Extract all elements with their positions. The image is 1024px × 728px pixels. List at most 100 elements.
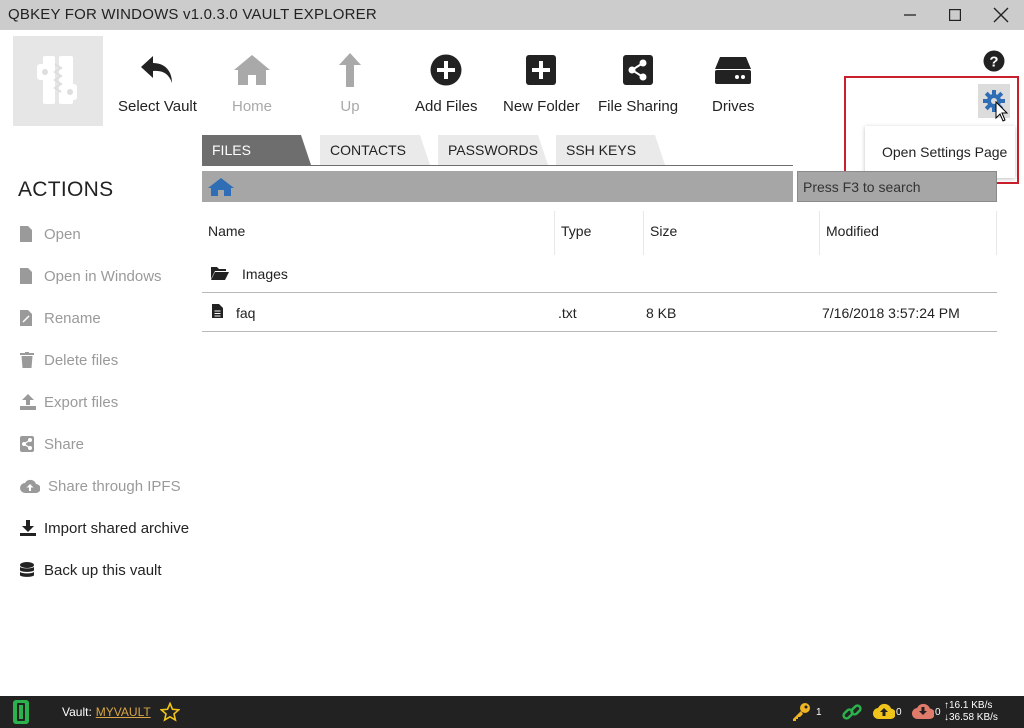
title-bar[interactable]: QBKEY FOR WINDOWS v1.0.3.0 VAULT EXPLORE…: [0, 0, 1024, 30]
action-export-files[interactable]: Export files: [20, 390, 118, 414]
action-open-in-windows[interactable]: Open in Windows: [20, 264, 162, 288]
action-delete-files[interactable]: Delete files: [20, 348, 118, 372]
actions-heading: ACTIONS: [18, 178, 114, 201]
new-folder-button[interactable]: New Folder: [503, 48, 580, 118]
file-name: faq: [236, 305, 256, 321]
cloud-download-icon: [911, 703, 935, 720]
download-rate: ↓36.58 KB/s: [944, 712, 998, 723]
arrow-up-icon: [339, 53, 361, 87]
column-separator[interactable]: [554, 211, 555, 255]
file-type: .txt: [558, 305, 577, 321]
key-icon: [793, 703, 810, 721]
action-share-through-ipfs[interactable]: Share through IPFS: [20, 474, 181, 498]
download-rate-value: 36.58 KB/s: [949, 712, 998, 723]
uploads-indicator[interactable]: [872, 702, 896, 725]
mouse-cursor-icon: [995, 100, 1009, 128]
connection-indicator[interactable]: [842, 702, 862, 727]
add-files-button[interactable]: Add Files: [415, 48, 478, 118]
column-header-type[interactable]: Type: [561, 223, 591, 239]
up-label: Up: [340, 98, 360, 115]
select-vault-button[interactable]: Select Vault: [118, 48, 197, 118]
file-modified: 7/16/2018 3:57:24 PM: [822, 305, 960, 321]
maximize-button[interactable]: [932, 0, 978, 30]
action-import-shared-archive[interactable]: Import shared archive: [20, 516, 189, 540]
column-header-modified[interactable]: Modified: [826, 223, 879, 239]
action-import-shared-archive-label: Import shared archive: [44, 519, 190, 537]
home-icon: [234, 55, 270, 85]
column-separator[interactable]: [819, 211, 820, 255]
favorite-star-button[interactable]: [159, 701, 181, 727]
file-name: Images: [242, 266, 288, 282]
downloads-count: 0: [935, 707, 941, 718]
upload-icon: [20, 394, 40, 410]
action-share-label: Share: [44, 435, 85, 453]
cloud-upload-icon: [872, 703, 896, 720]
app-logo: [13, 36, 103, 126]
column-separator[interactable]: [996, 211, 997, 255]
table-row[interactable]: Images: [202, 255, 997, 292]
action-share[interactable]: Share: [20, 432, 84, 456]
action-rename[interactable]: Rename: [20, 306, 101, 330]
window-title: QBKEY FOR WINDOWS v1.0.3.0 VAULT EXPLORE…: [8, 6, 377, 23]
action-back-up-vault-label: Back up this vault: [44, 561, 162, 579]
action-back-up-vault[interactable]: Back up this vault: [20, 558, 162, 582]
help-button[interactable]: ?: [983, 50, 1005, 72]
table-row[interactable]: faq .txt 8 KB 7/16/2018 3:57:24 PM: [202, 293, 997, 331]
minimize-icon: [904, 14, 916, 16]
action-delete-files-label: Delete files: [44, 351, 119, 369]
downloads-indicator[interactable]: [911, 702, 935, 725]
upload-rate: ↑16.1 KB/s: [944, 700, 992, 711]
column-separator[interactable]: [643, 211, 644, 255]
minimize-button[interactable]: [887, 0, 933, 30]
open-settings-page-item[interactable]: Open Settings Page: [882, 144, 1007, 160]
tab-passwords[interactable]: PASSWORDS: [438, 135, 548, 165]
new-folder-label: New Folder: [503, 98, 580, 115]
select-vault-label: Select Vault: [118, 98, 197, 115]
keys-indicator[interactable]: [791, 702, 811, 727]
tab-ssh-keys[interactable]: SSH KEYS: [556, 135, 665, 165]
row-divider: [202, 331, 997, 332]
maximize-icon: [949, 9, 961, 21]
tab-contacts[interactable]: CONTACTS: [320, 135, 430, 165]
plus-circle-icon: [430, 54, 462, 86]
drives-label: Drives: [712, 98, 755, 115]
uploads-count: 0: [896, 707, 902, 718]
column-header-name[interactable]: Name: [208, 223, 245, 239]
file-size: 8 KB: [646, 305, 677, 321]
breadcrumb: [202, 171, 793, 202]
download-icon: [20, 520, 40, 536]
action-open[interactable]: Open: [20, 222, 81, 246]
up-button[interactable]: Up: [338, 48, 362, 118]
qbkey-logo-icon: [37, 56, 77, 104]
tab-files[interactable]: FILES: [202, 135, 311, 165]
file-icon: [20, 226, 40, 242]
keys-count: 1: [816, 707, 822, 718]
file-edit-icon: [20, 310, 40, 326]
vault-indicator: Vault: MYVAULT: [62, 705, 151, 719]
upload-rate-value: 16.1 KB/s: [949, 700, 993, 711]
home-label: Home: [232, 98, 273, 115]
share-icon: [20, 436, 40, 452]
search-input[interactable]: [797, 171, 997, 202]
file-icon: [20, 268, 40, 284]
vault-name-link[interactable]: MYVAULT: [96, 705, 151, 719]
breadcrumb-home-button[interactable]: [207, 177, 235, 202]
close-button[interactable]: [978, 0, 1024, 30]
column-header-size[interactable]: Size: [650, 223, 677, 239]
drives-button[interactable]: Drives: [712, 48, 755, 118]
action-rename-label: Rename: [44, 309, 101, 327]
file-sharing-label: File Sharing: [598, 98, 679, 115]
home-button[interactable]: Home: [232, 48, 272, 118]
hard-drive-icon: [715, 57, 752, 84]
question-circle-icon: ?: [983, 50, 1005, 72]
plus-square-icon: [526, 55, 557, 85]
link-icon: [842, 704, 862, 720]
undo-arrow-icon: [141, 56, 173, 83]
share-square-icon: [623, 55, 654, 85]
file-text-icon: [212, 304, 223, 321]
status-bar: Vault: MYVAULT 1 0 0 ↑16.1 KB/s ↓36.58 KB…: [0, 696, 1024, 728]
svg-text:?: ?: [989, 54, 998, 71]
action-share-through-ipfs-label: Share through IPFS: [48, 477, 181, 495]
file-sharing-button[interactable]: File Sharing: [598, 48, 678, 118]
action-open-label: Open: [44, 225, 81, 243]
